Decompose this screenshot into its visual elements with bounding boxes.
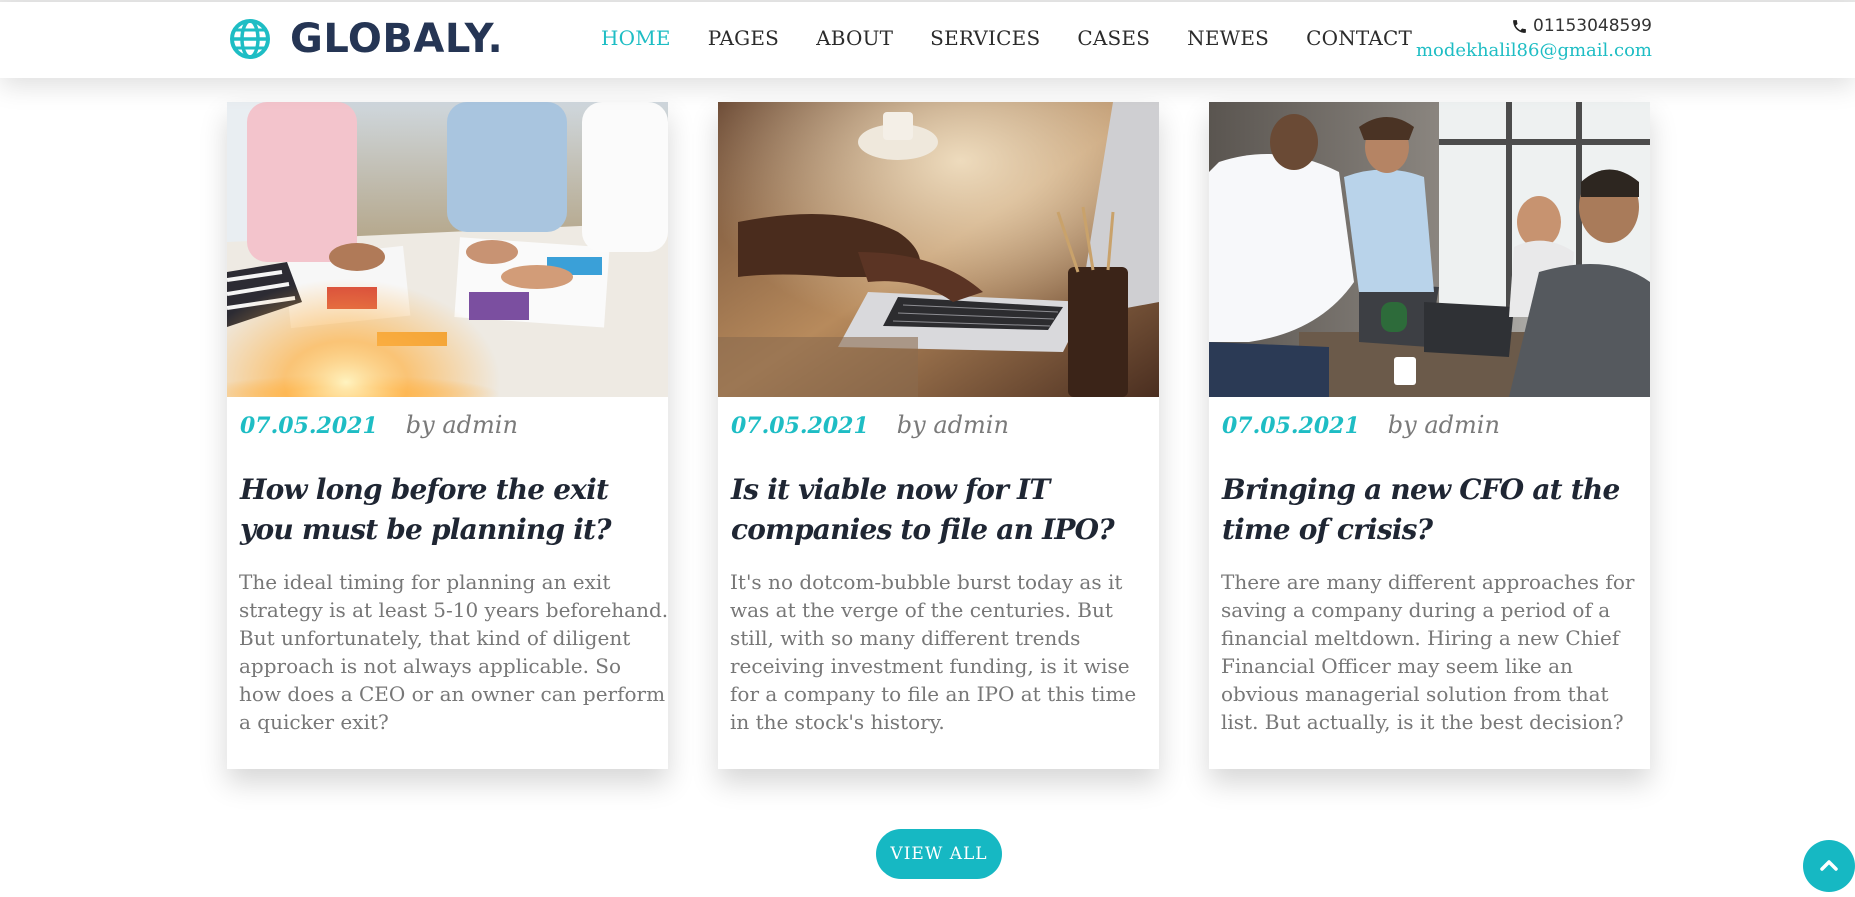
post-excerpt: There are many different approaches for … bbox=[1221, 570, 1635, 734]
post-title[interactable]: How long before the exit you must be pla… bbox=[240, 470, 665, 550]
nav-item-pages[interactable]: PAGES bbox=[708, 26, 779, 50]
business-handshake-office-photo[interactable] bbox=[1209, 102, 1650, 397]
phone-number[interactable]: 01153048599 bbox=[1533, 16, 1652, 36]
post-date: 07.05.2021 bbox=[1222, 413, 1360, 439]
nav-item-newes[interactable]: NEWES bbox=[1187, 26, 1269, 50]
post-title[interactable]: Bringing a new CFO at the time of crisis… bbox=[1222, 470, 1647, 550]
post-excerpt: It's no dotcom-bubble burst today as it … bbox=[730, 570, 1137, 734]
post-excerpt: The ideal timing for planning an exit st… bbox=[239, 570, 669, 734]
post-meta: 07.05.2021 by admin bbox=[1222, 411, 1500, 439]
view-all-button[interactable]: VIEW ALL bbox=[876, 829, 1002, 879]
hands-typing-laptop-photo[interactable] bbox=[718, 102, 1159, 397]
post-author[interactable]: by admin bbox=[406, 411, 518, 439]
post-author[interactable]: by admin bbox=[897, 411, 1009, 439]
post-date: 07.05.2021 bbox=[240, 413, 378, 439]
header-contact: 01153048599 modekhalil86@gmail.com bbox=[1416, 16, 1652, 61]
blog-card[interactable]: 07.05.2021 by admin Bringing a new CFO a… bbox=[1209, 102, 1650, 769]
logo[interactable]: GLOBALY. bbox=[228, 16, 503, 62]
post-meta: 07.05.2021 by admin bbox=[731, 411, 1009, 439]
post-date: 07.05.2021 bbox=[731, 413, 869, 439]
nav-item-about[interactable]: ABOUT bbox=[816, 26, 893, 50]
scroll-to-top-button[interactable] bbox=[1803, 840, 1855, 892]
phone-icon bbox=[1513, 19, 1526, 33]
globe-icon bbox=[230, 19, 270, 59]
post-title[interactable]: Is it viable now for IT companies to fil… bbox=[731, 470, 1156, 550]
main-nav: HOME PAGES ABOUT SERVICES CASES NEWES CO… bbox=[601, 26, 1449, 50]
nav-item-services[interactable]: SERVICES bbox=[930, 26, 1040, 50]
phone-line: 01153048599 bbox=[1416, 16, 1652, 36]
brand-name: GLOBALY. bbox=[290, 16, 504, 62]
blog-card[interactable]: 07.05.2021 by admin How long before the … bbox=[227, 102, 668, 769]
nav-item-home[interactable]: HOME bbox=[601, 26, 671, 50]
blog-card[interactable]: 07.05.2021 by admin Is it viable now for… bbox=[718, 102, 1159, 769]
team-reviewing-charts-photo[interactable] bbox=[227, 102, 668, 397]
blog-posts: 07.05.2021 by admin How long before the … bbox=[227, 102, 1652, 769]
nav-item-cases[interactable]: CASES bbox=[1077, 26, 1150, 50]
email-link[interactable]: modekhalil86@gmail.com bbox=[1416, 40, 1652, 61]
post-author[interactable]: by admin bbox=[1388, 411, 1500, 439]
nav-item-contact[interactable]: CONTACT bbox=[1306, 26, 1412, 50]
chevron-up-icon bbox=[1820, 860, 1838, 871]
site-header: GLOBALY. HOME PAGES ABOUT SERVICES CASES… bbox=[0, 2, 1855, 78]
post-meta: 07.05.2021 by admin bbox=[240, 411, 518, 439]
